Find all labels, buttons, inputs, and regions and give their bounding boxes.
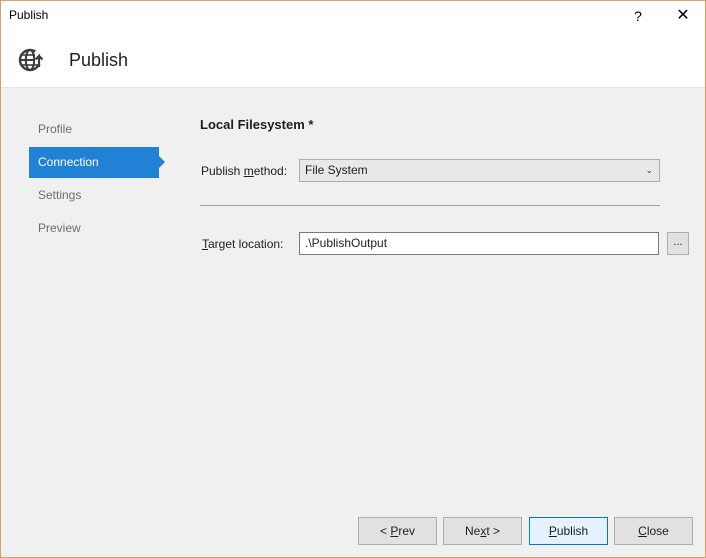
target-location-value: .\PublishOutput — [305, 236, 388, 250]
nav-item-settings[interactable]: Settings — [29, 180, 159, 211]
publish-button[interactable]: Publish — [529, 517, 608, 545]
publish-dialog: Publish ? ✕ Publish Profile Connection S… — [0, 0, 706, 558]
wizard-nav: Profile Connection Settings Preview — [29, 114, 165, 246]
page-title: Publish — [69, 50, 129, 70]
header-divider — [1, 87, 705, 88]
nav-item-label: Profile — [38, 122, 73, 136]
nav-item-connection[interactable]: Connection — [29, 147, 165, 178]
close-button[interactable]: Close — [614, 517, 693, 545]
nav-item-preview[interactable]: Preview — [29, 213, 159, 244]
publish-method-value: File System — [305, 163, 368, 177]
target-location-label: Target location: — [202, 237, 284, 251]
separator — [200, 205, 660, 206]
nav-item-label: Preview — [38, 221, 81, 235]
browse-button[interactable]: ... — [667, 232, 689, 255]
globe-publish-icon — [18, 48, 45, 72]
publish-method-label: Publish method: — [201, 164, 288, 178]
nav-item-label: Settings — [38, 188, 82, 202]
dialog-header: Publish — [1, 31, 705, 87]
chevron-down-icon: ⌄ — [645, 165, 653, 175]
help-button[interactable]: ? — [615, 1, 661, 31]
prev-button[interactable]: < Prev — [358, 517, 437, 545]
next-button[interactable]: Next > — [443, 517, 522, 545]
section-title: Local Filesystem * — [200, 117, 314, 132]
nav-item-profile[interactable]: Profile — [29, 114, 159, 145]
close-window-button[interactable]: ✕ — [661, 1, 705, 31]
publish-method-select[interactable]: File System ⌄ — [299, 159, 660, 182]
target-location-input[interactable]: .\PublishOutput — [299, 232, 659, 255]
nav-item-label: Connection — [38, 155, 99, 169]
window-title: Publish — [9, 8, 49, 22]
title-bar: Publish ? ✕ — [1, 1, 705, 31]
